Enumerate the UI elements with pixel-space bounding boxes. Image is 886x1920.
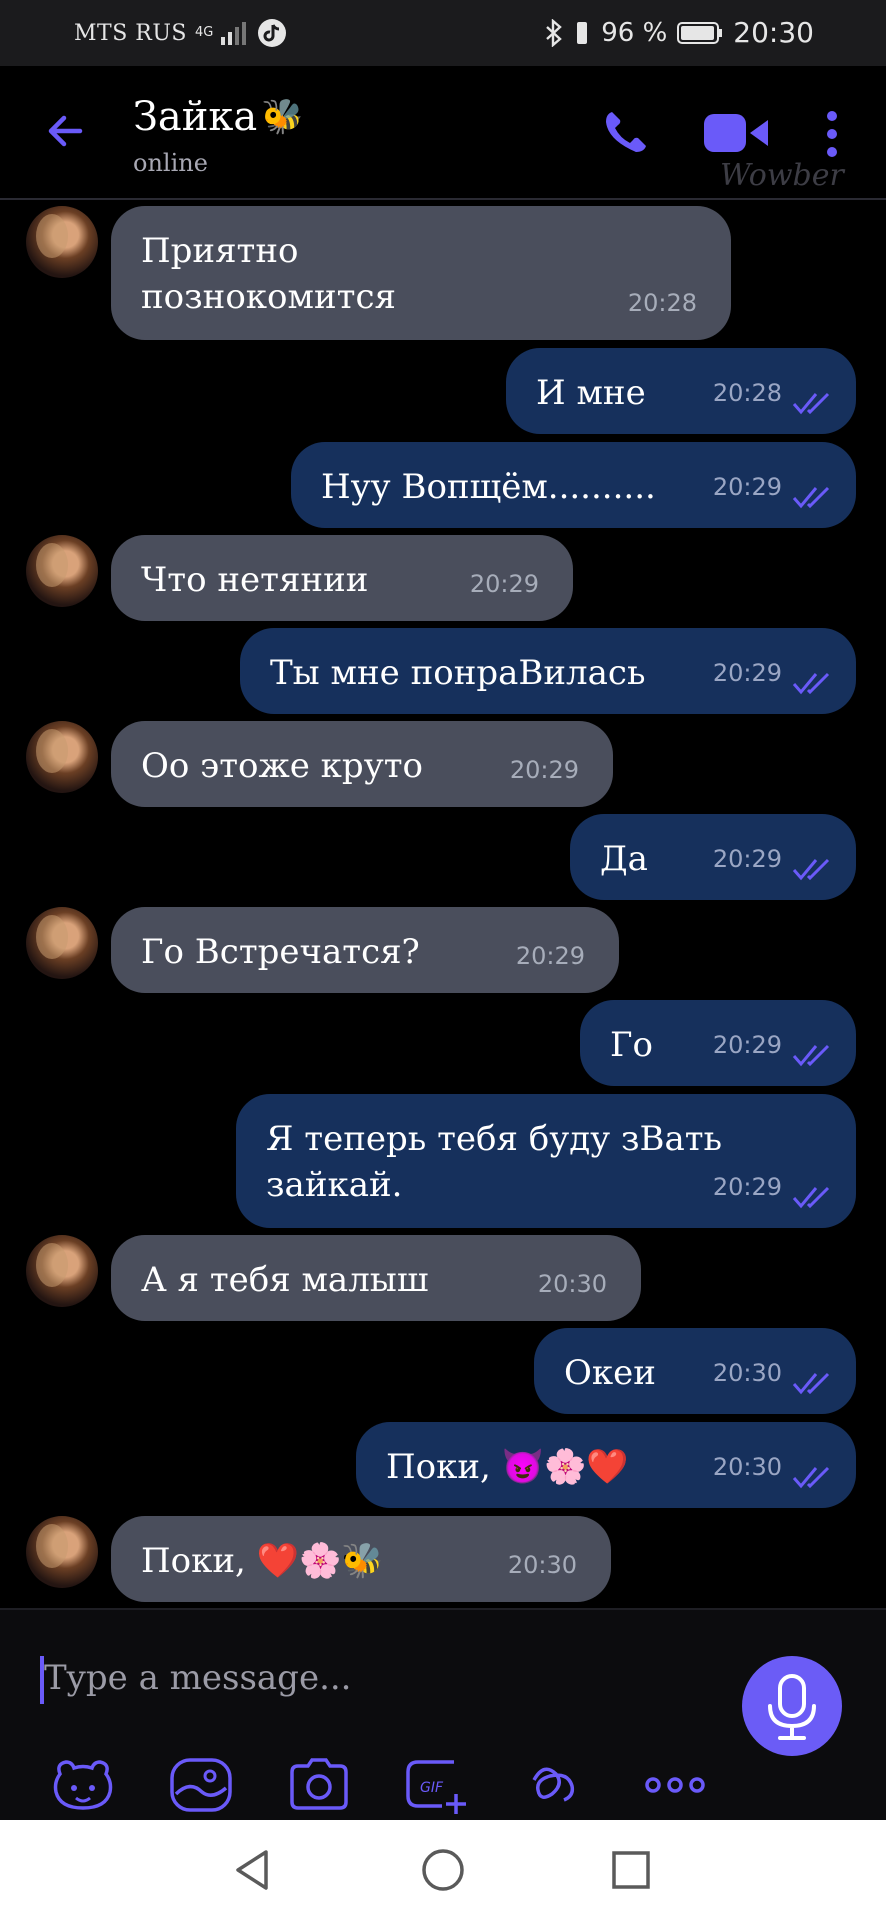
- voice-message-button[interactable]: [742, 1656, 842, 1756]
- message-time: 20:29: [712, 659, 782, 687]
- message-time: 20:30: [507, 1551, 577, 1579]
- message-text: Да: [600, 839, 648, 879]
- message-text: познокомится: [141, 277, 396, 317]
- phone-icon[interactable]: [598, 106, 652, 160]
- video-call-icon[interactable]: [702, 110, 770, 156]
- signal-icon: [221, 22, 247, 45]
- message-time: 20:29: [469, 570, 539, 598]
- watermark: Wowber: [720, 158, 844, 193]
- bee-emoji: 🐝: [261, 97, 304, 137]
- carrier-label: MTS RUS: [74, 20, 187, 46]
- bluetooth-icon: [546, 18, 563, 47]
- message-text: Нуу Вопщём..........: [321, 467, 656, 507]
- contact-avatar[interactable]: [26, 206, 98, 278]
- message-bubble[interactable]: Го 20:29: [580, 1000, 856, 1086]
- message-bubble[interactable]: Да 20:29: [570, 814, 856, 900]
- message-text: Го Встречатся?: [141, 932, 420, 972]
- message-input[interactable]: Type a message...: [40, 1650, 720, 1710]
- network-indicator: 4G: [194, 25, 214, 40]
- microphone-icon: [768, 1674, 816, 1740]
- nav-home-icon[interactable]: [415, 1842, 471, 1898]
- message-text: Приятно: [141, 231, 299, 271]
- vibrate-icon: [577, 21, 588, 44]
- contact-avatar[interactable]: [26, 907, 98, 979]
- contact-name[interactable]: Зайка 🐝: [133, 94, 304, 140]
- message-text: Что нетянии: [141, 560, 369, 600]
- message-bubble[interactable]: Поки, 😈🌸❤️ 20:30: [356, 1422, 856, 1508]
- message-text: Оо этоже круто: [141, 746, 423, 786]
- chat-header: Зайка 🐝 online Wowber: [0, 66, 886, 200]
- message-bubble[interactable]: Что нетянии 20:29: [111, 535, 573, 621]
- battery-percent: 96 %: [601, 17, 668, 48]
- back-arrow-icon[interactable]: [42, 106, 92, 156]
- message-time: 20:29: [712, 1173, 782, 1201]
- message-time: 20:28: [627, 289, 697, 317]
- double-check-icon: [792, 858, 830, 881]
- tiktok-icon: [258, 19, 287, 47]
- message-placeholder: Type a message...: [44, 1658, 352, 1698]
- message-bubble[interactable]: Приятно познокомится 20:28: [111, 206, 731, 340]
- message-time: 20:29: [712, 473, 782, 501]
- message-time: 20:29: [712, 1031, 782, 1059]
- more-horizontal-icon[interactable]: [640, 1750, 710, 1820]
- double-check-icon: [792, 672, 830, 695]
- message-text: Ты мне понраВилась: [270, 653, 646, 693]
- message-text: Го: [610, 1025, 653, 1065]
- message-time: 20:29: [712, 845, 782, 873]
- double-check-icon: [792, 392, 830, 415]
- gallery-icon[interactable]: [166, 1750, 236, 1820]
- message-time: 20:30: [537, 1270, 607, 1298]
- message-text: А я тебя малыш: [141, 1260, 429, 1300]
- clock: 20:30: [733, 16, 814, 49]
- message-composer: Type a message... GIF: [0, 1608, 886, 1822]
- message-bubble[interactable]: Го Встречатся? 20:29: [111, 907, 619, 993]
- contact-avatar[interactable]: [26, 535, 98, 607]
- system-nav-bar: [0, 1820, 886, 1920]
- message-text: Поки, ❤️🌸🐝: [141, 1541, 384, 1581]
- status-bar: MTS RUS 4G 96 % 20:30: [0, 0, 886, 66]
- contact-avatar[interactable]: [26, 1516, 98, 1588]
- contact-status: online: [133, 149, 208, 177]
- double-check-icon: [792, 1372, 830, 1395]
- message-list[interactable]: Приятно познокомится 20:28 И мне 20:28 Н…: [0, 200, 886, 1608]
- message-bubble[interactable]: Оо этоже круто 20:29: [111, 721, 613, 807]
- more-vertical-icon[interactable]: [820, 110, 844, 158]
- message-text: Поки, 😈🌸❤️: [386, 1447, 629, 1487]
- double-check-icon: [792, 486, 830, 509]
- message-bubble[interactable]: А я тебя малыш 20:30: [111, 1235, 641, 1321]
- message-text: Я теперь тебя буду зВать: [266, 1119, 723, 1159]
- message-text: Океи: [564, 1353, 656, 1393]
- camera-icon[interactable]: [284, 1750, 354, 1820]
- svg-text:GIF: GIF: [420, 1780, 444, 1796]
- sticker-icon[interactable]: [48, 1750, 118, 1820]
- contact-avatar[interactable]: [26, 1235, 98, 1307]
- message-bubble[interactable]: Океи 20:30: [534, 1328, 856, 1414]
- double-check-icon: [792, 1044, 830, 1067]
- message-bubble[interactable]: Я теперь тебя буду зВать зайкай. 20:29: [236, 1094, 856, 1228]
- message-bubble[interactable]: Поки, ❤️🌸🐝 20:30: [111, 1516, 611, 1602]
- message-time: 20:30: [712, 1453, 782, 1481]
- gif-icon[interactable]: GIF: [402, 1750, 472, 1820]
- message-time: 20:29: [515, 942, 585, 970]
- nav-recents-icon[interactable]: [603, 1842, 659, 1898]
- message-bubble[interactable]: И мне 20:28: [506, 348, 856, 434]
- contact-name-text: Зайка: [133, 94, 258, 140]
- double-check-icon: [792, 1466, 830, 1489]
- nav-back-icon[interactable]: [226, 1842, 282, 1898]
- message-text: И мне: [536, 373, 646, 413]
- message-bubble[interactable]: Ты мне понраВилась 20:29: [240, 628, 856, 714]
- battery-icon: [677, 21, 723, 44]
- message-time: 20:29: [509, 756, 579, 784]
- message-time: 20:28: [712, 379, 782, 407]
- double-check-icon: [792, 1186, 830, 1209]
- doodle-icon[interactable]: [520, 1750, 590, 1820]
- message-bubble[interactable]: Нуу Вопщём.......... 20:29: [291, 442, 856, 528]
- message-time: 20:30: [712, 1359, 782, 1387]
- contact-avatar[interactable]: [26, 721, 98, 793]
